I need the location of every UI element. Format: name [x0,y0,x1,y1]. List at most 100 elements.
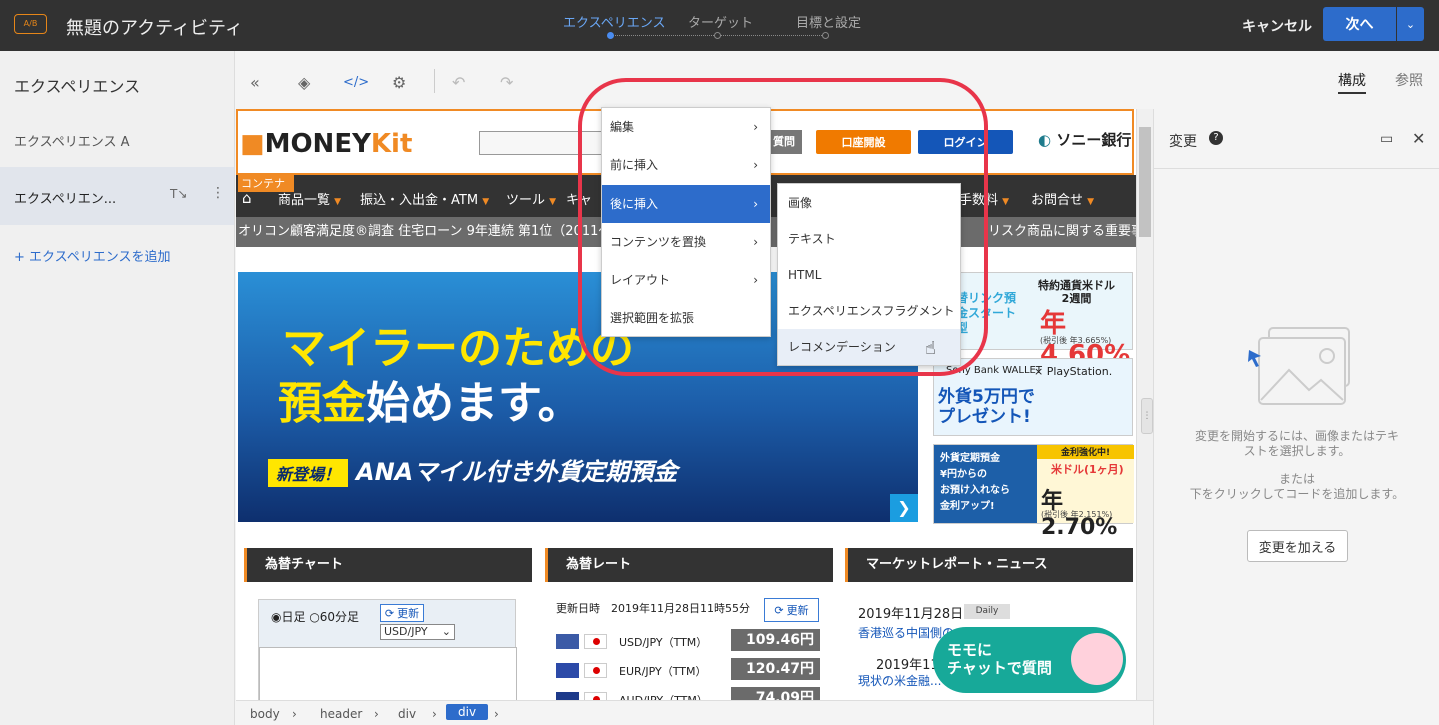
empty-state-message: 変更を開始するには、画像またはテキストを選択します。 [1194,429,1399,458]
changes-panel: 変更 ? ▭ ✕ 変更を開始するには、画像またはテキストを選択します。 または … [1153,109,1439,725]
ad-note: (税引後 年3.665%) [1040,336,1112,345]
rate-update-time: 更新日時 2019年11月28日11時55分 [556,602,750,615]
chat-button[interactable]: モモに チャットで質問 [933,627,1126,693]
nav-item[interactable]: ツール ▼ [506,189,556,208]
rate-row: AUD/JPY（TTM） 74.09円 [556,687,820,700]
experience-a-item[interactable]: エクスペリエンス A [14,131,129,150]
chat-label: モモに チャットで質問 [947,641,1052,677]
sony-bank-logo: ◐ ソニー銀行 [1038,131,1132,149]
panel-heading: エクスペリエンス [14,77,141,96]
ad-note: (税引後 年2.151%) [1041,510,1113,519]
gear-icon[interactable]: ⚙ [392,73,406,92]
breadcrumb-item[interactable]: body [250,707,280,721]
news-badge: Daily [964,604,1010,619]
ad-text: 金利強化中! [1037,445,1134,459]
chart-update-button[interactable]: ⟳ 更新 [380,604,424,622]
step-line [718,35,826,36]
tab-compose[interactable]: 構成 [1338,70,1366,94]
help-icon[interactable]: ? [1209,131,1223,145]
divider [434,69,435,93]
breadcrumb-item[interactable]: header [320,707,362,721]
breadcrumb-sep-icon: › [292,707,297,721]
step-target[interactable]: ターゲット [688,12,753,31]
news-link[interactable]: 現状の米金融... [858,672,941,689]
resize-handle[interactable]: ⋮ [1141,398,1153,434]
moneykit-logo: ■MONEYKit [240,129,413,159]
experience-panel: エクスペリエンス エクスペリエンス A エクスペリエン... T↘ ⋮ + エク… [0,51,235,725]
ad-text: 外貨5万円で プレゼント! [938,387,1035,427]
bear-icon [1071,633,1123,685]
ad-text: 特約通貨米ドル 2週間 [1038,279,1115,305]
rate-value: 74.09円 [731,687,820,700]
step-dot [822,32,829,39]
layers-icon[interactable]: ◈ [298,73,310,92]
banner-line3: 新登場！ ANAマイル付き外貨定期預金 [268,452,677,487]
au-flag-icon [556,692,579,700]
collapse-icon[interactable]: « [250,73,260,92]
rate-row: USD/JPY（TTM） 109.46円 [556,629,820,653]
rename-icon[interactable]: T↘ [170,187,187,201]
rate-value: 109.46円 [731,629,820,651]
us-flag-icon [556,634,579,649]
ad-text: × PlayStation. [1034,365,1113,378]
nav-item[interactable]: 振込・入出金・ATM ▼ [360,189,489,208]
dom-breadcrumb: body › header › div › div › [236,700,1153,725]
experience-selected-item[interactable]: エクスペリエン... T↘ ⋮ [0,167,234,225]
undo-icon[interactable]: ↶ [452,73,465,92]
news-date: 2019年11 [876,658,939,673]
breadcrumb-sep-icon: › [374,707,379,721]
tab-browse[interactable]: 参照 [1395,70,1423,90]
step-dot [607,32,614,39]
top-bar: A/B 無題のアクティビティ エクスペリエンス ターゲット 目標と設定 キャンセ… [0,0,1439,51]
news-date: 2019年11月28日 [858,607,964,622]
ad-text: 外貨定期預金 ¥円からの お預け入れなら 金利アップ! [940,453,1010,512]
changes-title: 変更 [1169,134,1197,150]
rate-name: USD/JPY（TTM） [619,636,708,649]
redo-icon[interactable]: ↷ [500,73,513,92]
breadcrumb-sep-icon: › [494,707,499,721]
eu-flag-icon [556,663,579,678]
rate-row: EUR/JPY（TTM） 120.47円 [556,658,820,682]
step-line [612,35,718,36]
experience-label: エクスペリエン... [14,192,117,207]
banner-next-icon[interactable]: ❯ [890,494,918,522]
rate-name: EUR/JPY（TTM） [619,665,707,678]
section-market-news: マーケットレポート・ニュース [845,548,1133,582]
code-icon[interactable]: </> [343,75,369,90]
step-dot [714,32,721,39]
activity-title[interactable]: 無題のアクティビティ [66,14,243,40]
rate-value: 120.47円 [731,658,820,680]
make-change-button[interactable]: 変更を加える [1247,530,1348,562]
section-fx-chart: 為替チャート [244,548,532,582]
jp-flag-icon [584,634,607,649]
breadcrumb-sep-icon: › [432,707,437,721]
jp-flag-icon [584,663,607,678]
cancel-button[interactable]: キャンセル [1242,16,1312,36]
scroll-thumb[interactable] [1139,127,1151,237]
ab-badge: A/B [14,14,47,34]
ad-rate-box: 金利強化中! 米ドル(1ヶ月) 年2.70% (税引後 年2.151%) [1037,445,1134,540]
step-goals[interactable]: 目標と設定 [796,12,861,31]
empty-state-hint: または 下をクリックしてコードを追加します。 [1189,472,1405,501]
next-button[interactable]: 次へ [1323,7,1396,41]
rate-update-button[interactable]: ⟳ 更新 [764,598,819,622]
dock-icon[interactable]: ▭ [1380,131,1393,147]
ad-fx-deposit[interactable]: 外貨定期預金 ¥円からの お預け入れなら 金利アップ! 金利強化中! 米ドル(1… [933,444,1134,540]
divider [1154,168,1439,169]
section-fx-rate: 為替レート [545,548,833,582]
more-icon[interactable]: ⋮ [211,185,225,201]
fx-chart-widget: ◉日足 ○60分足 ⟳ 更新 USD/JPY ⌄ [258,599,517,700]
image-placeholder-icon [1248,327,1350,405]
highlight-annotation [578,78,988,376]
close-icon[interactable]: ✕ [1412,129,1425,148]
pair-select[interactable]: USD/JPY ⌄ [380,624,455,640]
breadcrumb-item[interactable]: div [398,707,416,721]
step-experience[interactable]: エクスペリエンス [563,12,665,31]
nav-item[interactable]: お問合せ ▼ [1031,189,1094,208]
add-experience-link[interactable]: + エクスペリエンスを追加 [14,246,170,265]
ad-text: 米ドル(1ヶ月) [1051,463,1124,476]
chart-period[interactable]: ◉日足 ○60分足 [271,608,359,625]
breadcrumb-item-active[interactable]: div [446,704,489,720]
next-dropdown-chevron-icon[interactable]: ⌄ [1397,7,1424,41]
banner-line2: 預金始めます。 [278,378,582,429]
